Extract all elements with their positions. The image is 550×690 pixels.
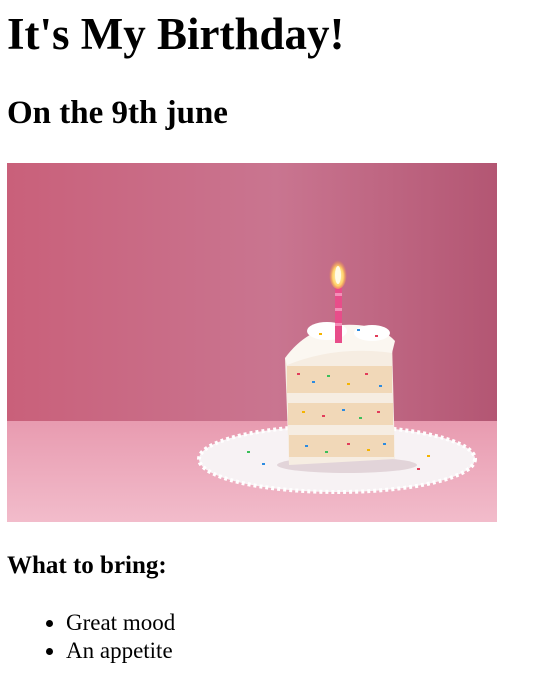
page-title: It's My Birthday!: [7, 9, 345, 59]
birthday-cake-image: [7, 163, 497, 522]
page-subtitle: On the 9th june: [7, 95, 228, 131]
bring-heading: What to bring:: [7, 552, 167, 579]
bring-list: Great mood An appetite: [7, 609, 175, 665]
list-item: Great mood: [66, 609, 175, 637]
list-item: An appetite: [66, 637, 175, 665]
